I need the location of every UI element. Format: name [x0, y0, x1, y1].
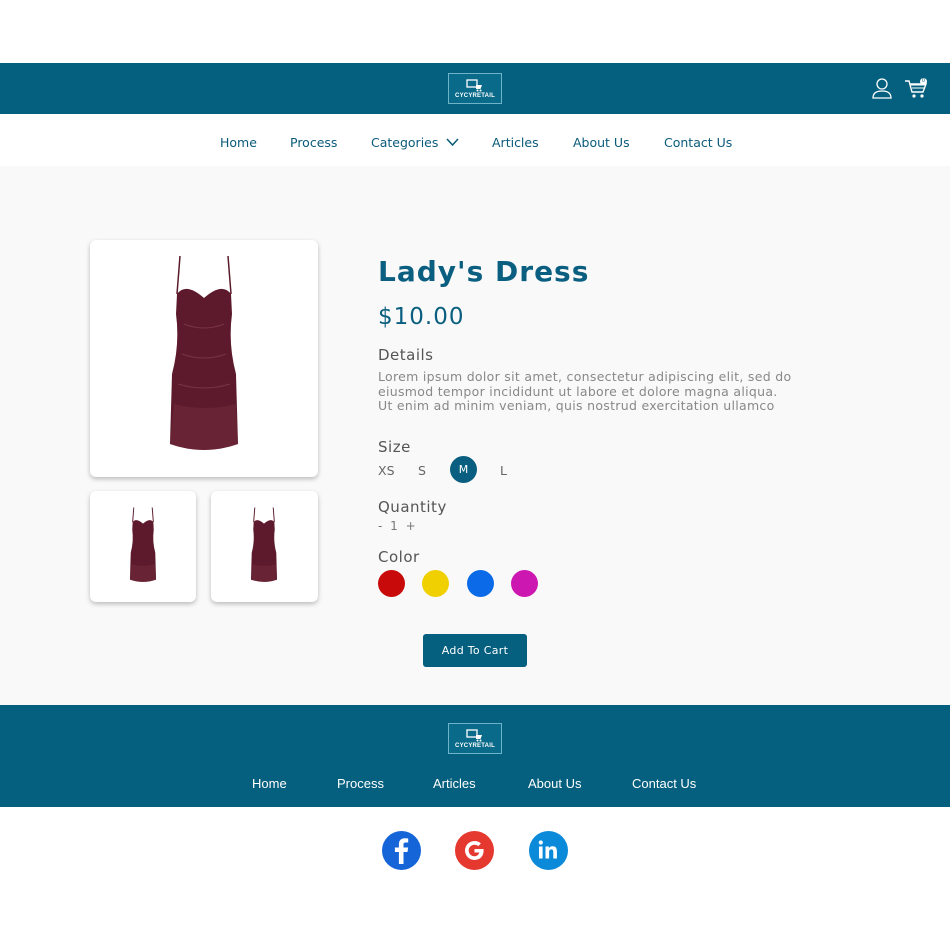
linkedin-icon[interactable]: [529, 831, 568, 870]
color-swatch-yellow[interactable]: [422, 570, 449, 597]
nav-about[interactable]: About Us: [573, 135, 630, 150]
quantity-increase-button[interactable]: +: [406, 519, 418, 533]
color-label: Color: [378, 548, 420, 566]
footer-link-about[interactable]: About Us: [528, 776, 581, 791]
color-swatch-blue[interactable]: [467, 570, 494, 597]
quantity-stepper: - 1 +: [378, 519, 418, 533]
footer-link-contact[interactable]: Contact Us: [632, 776, 696, 791]
nav-process[interactable]: Process: [290, 135, 337, 150]
quantity-label: Quantity: [378, 498, 447, 516]
brand-name: CYCYRETAIL: [455, 92, 495, 99]
add-to-cart-button[interactable]: Add To Cart: [423, 634, 527, 667]
google-icon[interactable]: [455, 831, 494, 870]
facebook-logo-glyph: [394, 838, 409, 864]
dress-thumbnail-image: [129, 507, 157, 582]
dress-thumbnail-image: [250, 507, 278, 582]
brand-logo[interactable]: CYCYRETAIL: [448, 73, 502, 104]
nav-categories[interactable]: Categories: [371, 135, 438, 150]
user-icon[interactable]: [871, 77, 893, 99]
facebook-icon[interactable]: [382, 831, 421, 870]
description-line: Lorem ipsum dolor sit amet, consectetur …: [378, 369, 792, 384]
product-main-image[interactable]: [90, 240, 318, 477]
product-price: $10.00: [378, 304, 465, 330]
product-description: Lorem ipsum dolor sit amet, consectetur …: [378, 369, 818, 414]
footer-brand-name: CYCYRETAIL: [455, 742, 495, 749]
size-option-l[interactable]: L: [500, 463, 507, 478]
footer-brand-logo[interactable]: CYCYRETAIL: [448, 723, 502, 754]
logo-cart-icon: [466, 78, 482, 91]
linkedin-logo-glyph: [538, 840, 557, 859]
size-label: Size: [378, 438, 411, 456]
nav-contact[interactable]: Contact Us: [664, 135, 732, 150]
chevron-down-icon[interactable]: [446, 137, 459, 147]
logo-cart-icon: [466, 728, 482, 741]
color-swatch-red[interactable]: [378, 570, 405, 597]
nav-home[interactable]: Home: [220, 135, 257, 150]
footer-link-articles[interactable]: Articles: [433, 776, 476, 791]
header-bar: CYCYRETAIL: [0, 63, 950, 114]
size-option-s[interactable]: S: [418, 463, 426, 478]
quantity-decrease-button[interactable]: -: [378, 519, 384, 533]
google-logo-glyph: [465, 841, 484, 860]
footer: CYCYRETAIL Home Process Articles About U…: [0, 705, 950, 807]
product-title: Lady's Dress: [378, 255, 590, 288]
product-thumbnail-2[interactable]: [211, 491, 318, 602]
size-option-xs[interactable]: XS: [378, 463, 395, 478]
cart-count-badge: 0: [920, 78, 927, 85]
details-label: Details: [378, 346, 434, 364]
footer-link-home[interactable]: Home: [252, 776, 287, 791]
nav-articles[interactable]: Articles: [492, 135, 539, 150]
quantity-value: 1: [390, 519, 400, 533]
description-line: eiusmod tempor incididunt ut labore et d…: [378, 383, 778, 399]
product-thumbnail-1[interactable]: [90, 491, 196, 602]
dress-image: [170, 255, 238, 450]
size-option-m-selected[interactable]: M: [450, 456, 477, 483]
description-line: Ut enim ad minim veniam, quis nostrud ex…: [378, 398, 775, 413]
color-swatch-magenta[interactable]: [511, 570, 538, 597]
main-nav: Home Process Categories Articles About U…: [0, 114, 950, 166]
footer-link-process[interactable]: Process: [337, 776, 384, 791]
